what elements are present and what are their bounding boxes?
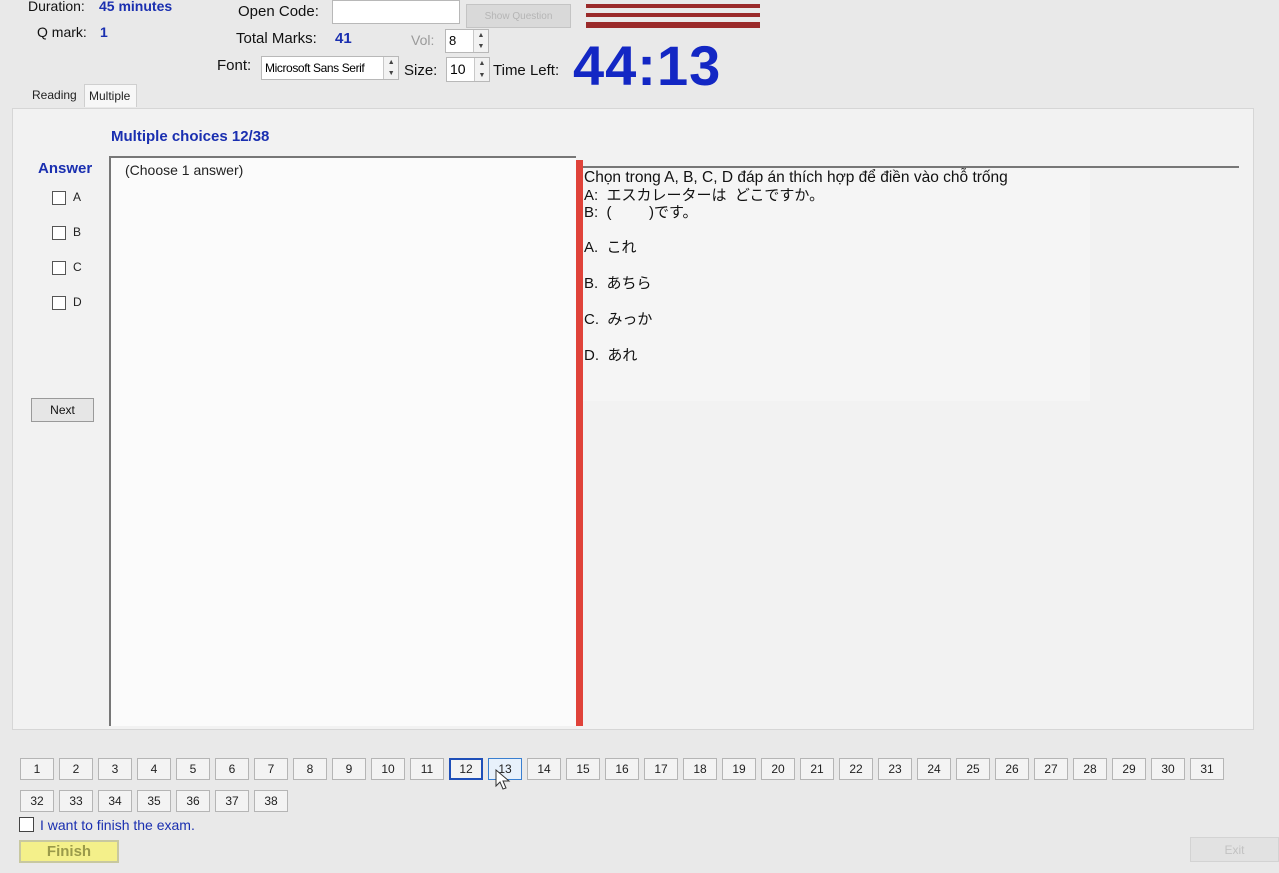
- answer-textarea[interactable]: (Choose 1 answer): [109, 156, 576, 726]
- question-button-31[interactable]: 31: [1190, 758, 1224, 780]
- tab-multiple-choices[interactable]: Multiple Choices: [84, 84, 138, 125]
- total-marks-value: 41: [335, 30, 352, 47]
- answer-label-d: D: [73, 295, 82, 309]
- qmark-label: Q mark:: [37, 24, 87, 40]
- time-left-label: Time Left:: [493, 62, 560, 79]
- vol-spinner[interactable]: 8 ▲ ▼: [445, 29, 489, 53]
- question-button-16[interactable]: 16: [605, 758, 639, 780]
- duration-label: Duration:: [28, 0, 85, 14]
- option-a: A. これ: [584, 239, 637, 256]
- vol-spin-arrows-icon[interactable]: ▲ ▼: [473, 30, 488, 52]
- question-button-36[interactable]: 36: [176, 790, 210, 812]
- exit-button[interactable]: Exit: [1190, 837, 1279, 862]
- show-question-button[interactable]: Show Question: [466, 4, 571, 28]
- answer-label-b: B: [73, 225, 82, 239]
- flag-banner: [586, 0, 760, 30]
- font-value: Microsoft Sans Serif: [265, 61, 365, 75]
- question-button-27[interactable]: 27: [1034, 758, 1068, 780]
- tab-reading[interactable]: Reading: [28, 84, 81, 106]
- option-d: D. あれ: [584, 347, 638, 364]
- vol-label: Vol:: [411, 32, 435, 48]
- font-select[interactable]: Microsoft Sans Serif ▲ ▼: [261, 56, 399, 80]
- answer-heading: Answer: [38, 160, 93, 177]
- question-button-17[interactable]: 17: [644, 758, 678, 780]
- question-button-35[interactable]: 35: [137, 790, 171, 812]
- question-button-19[interactable]: 19: [722, 758, 756, 780]
- question-button-9[interactable]: 9: [332, 758, 366, 780]
- question-button-20[interactable]: 20: [761, 758, 795, 780]
- question-button-6[interactable]: 6: [215, 758, 249, 780]
- size-value: 10: [450, 61, 466, 77]
- font-label: Font:: [217, 57, 252, 74]
- finish-exam-checkbox[interactable]: [19, 817, 34, 832]
- question-button-15[interactable]: 15: [566, 758, 600, 780]
- answer-checkbox-d[interactable]: [52, 296, 66, 310]
- font-spin-arrows-icon[interactable]: ▲ ▼: [383, 57, 398, 79]
- question-button-8[interactable]: 8: [293, 758, 327, 780]
- question-button-14[interactable]: 14: [527, 758, 561, 780]
- question-button-29[interactable]: 29: [1112, 758, 1146, 780]
- question-button-7[interactable]: 7: [254, 758, 288, 780]
- finish-button[interactable]: Finish: [19, 840, 119, 863]
- question-button-11[interactable]: 11: [410, 758, 444, 780]
- total-marks-label: Total Marks:: [236, 30, 317, 47]
- question-button-4[interactable]: 4: [137, 758, 171, 780]
- question-button-30[interactable]: 30: [1151, 758, 1185, 780]
- mouse-cursor-icon: [495, 769, 511, 790]
- section-title: Multiple choices 12/38: [111, 128, 270, 145]
- question-button-26[interactable]: 26: [995, 758, 1029, 780]
- next-button[interactable]: Next: [31, 398, 94, 422]
- question-button-1[interactable]: 1: [20, 758, 54, 780]
- option-c: C. みっか: [584, 311, 653, 328]
- question-button-2[interactable]: 2: [59, 758, 93, 780]
- question-line-b: B: ( )です。: [584, 204, 698, 221]
- question-button-37[interactable]: 37: [215, 790, 249, 812]
- question-button-21[interactable]: 21: [800, 758, 834, 780]
- question-button-18[interactable]: 18: [683, 758, 717, 780]
- question-button-3[interactable]: 3: [98, 758, 132, 780]
- question-button-10[interactable]: 10: [371, 758, 405, 780]
- size-label: Size:: [404, 62, 438, 79]
- question-area: Chọn trong A, B, C, D đáp án thích hợp đ…: [583, 168, 1090, 401]
- question-navigator: 1 2 3 4 5 6 7 8 9 10 11 12 13 14 15 16 17 18 19 20 21 22 23 24 2…: [0, 740, 1279, 873]
- answer-checkbox-a[interactable]: [52, 191, 66, 205]
- question-button-5[interactable]: 5: [176, 758, 210, 780]
- question-button-22[interactable]: 22: [839, 758, 873, 780]
- question-button-28[interactable]: 28: [1073, 758, 1107, 780]
- answer-label-c: C: [73, 260, 82, 274]
- question-button-24[interactable]: 24: [917, 758, 951, 780]
- size-spinner[interactable]: 10 ▲ ▼: [446, 57, 490, 82]
- duration-value: 45 minutes: [99, 0, 173, 14]
- question-button-38[interactable]: 38: [254, 790, 288, 812]
- option-b: B. あちら: [584, 275, 652, 292]
- finish-exam-label: I want to finish the exam.: [40, 817, 195, 833]
- answer-checkbox-c[interactable]: [52, 261, 66, 275]
- choose-hint: (Choose 1 answer): [125, 162, 244, 178]
- question-button-23[interactable]: 23: [878, 758, 912, 780]
- question-button-34[interactable]: 34: [98, 790, 132, 812]
- open-code-label: Open Code:: [238, 3, 319, 20]
- open-code-input[interactable]: [332, 0, 460, 24]
- time-left-value: 44:13: [573, 34, 722, 97]
- question-button-33[interactable]: 33: [59, 790, 93, 812]
- question-button-12[interactable]: 12: [449, 758, 483, 780]
- answer-label-a: A: [73, 190, 82, 204]
- splitter-bar[interactable]: [576, 160, 583, 726]
- question-button-32[interactable]: 32: [20, 790, 54, 812]
- show-question-label: Show Question: [484, 10, 553, 22]
- question-button-25[interactable]: 25: [956, 758, 990, 780]
- size-spin-arrows-icon[interactable]: ▲ ▼: [474, 58, 489, 81]
- qmark-value: 1: [100, 24, 108, 40]
- vol-value: 8: [449, 33, 457, 48]
- answer-checkbox-b[interactable]: [52, 226, 66, 240]
